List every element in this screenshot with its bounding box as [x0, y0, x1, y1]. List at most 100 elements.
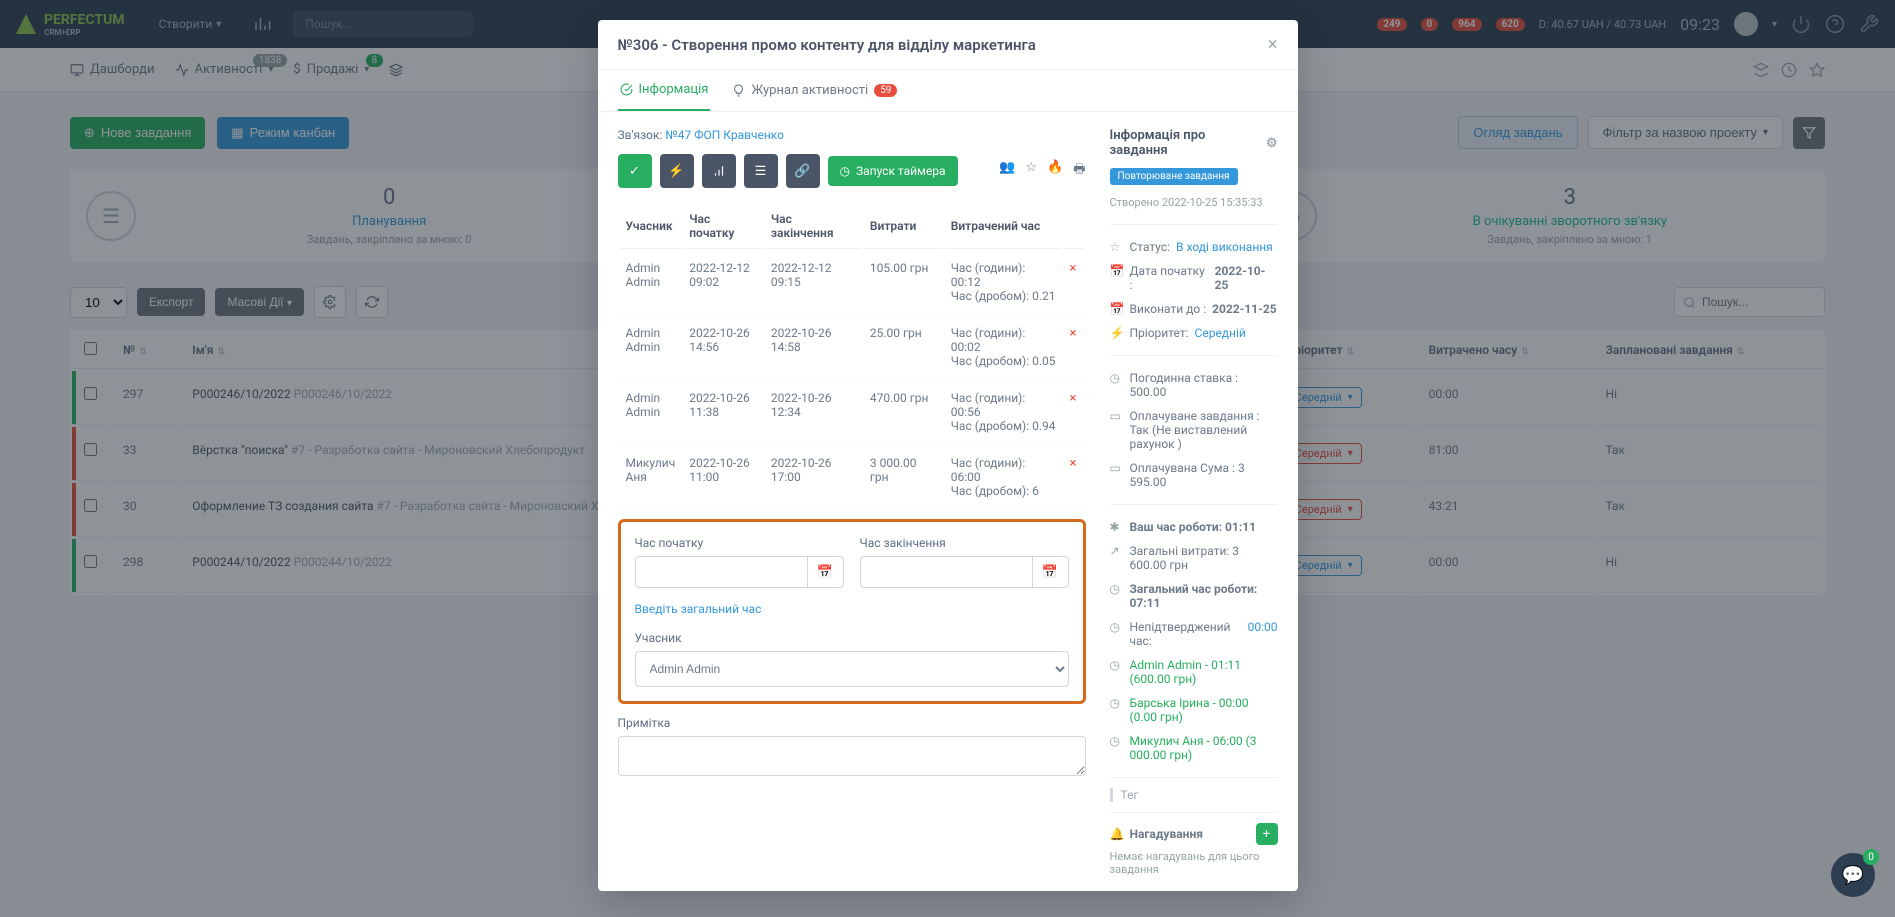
calendar-icon: 📅	[1110, 264, 1124, 278]
modal-title: №306 - Створення промо контенту для відд…	[618, 36, 1036, 54]
star-icon: ☆	[1110, 240, 1124, 254]
gear-icon[interactable]: ⚙	[1266, 136, 1278, 151]
start-time-label: Час початку	[635, 536, 844, 550]
total-cost: Загальні витрати: 3 600.00 грн	[1130, 544, 1278, 572]
link-button[interactable]: 🔗	[786, 154, 820, 188]
reminders-title: Нагадування	[1130, 827, 1203, 841]
time-entries-table: Учасник Час початку Час закінчення Витра…	[618, 202, 1086, 511]
clock-icon: ◷	[1110, 734, 1124, 748]
total-time: Загальний час роботи: 07:11	[1130, 582, 1278, 610]
time-row: AdminAdmin 2022-10-2614:56 2022-10-2614:…	[620, 316, 1084, 379]
tab-activity-log[interactable]: Журнал активності 59	[730, 70, 899, 111]
fire-icon[interactable]: 🔥	[1047, 160, 1063, 182]
hourly-rate: Погодинна ставка : 500.00	[1130, 371, 1278, 399]
time-cost: 470.00 грн	[864, 381, 943, 444]
time-user: AdminAdmin	[620, 251, 682, 314]
bar-chart-icon	[712, 164, 726, 178]
due-date: 2022-11-25	[1212, 302, 1277, 316]
card-icon: ▭	[1110, 409, 1124, 423]
enter-total-time-link[interactable]: Введіть загальний час	[635, 602, 762, 616]
time-row: AdminAdmin 2022-12-1209:02 2022-12-1209:…	[620, 251, 1084, 314]
time-user: AdminAdmin	[620, 316, 682, 379]
delete-entry-icon[interactable]: ×	[1070, 456, 1077, 471]
time-start: 2022-10-2611:38	[683, 381, 763, 444]
start-timer-button[interactable]: ◷ Запуск таймера	[828, 156, 958, 186]
time-cost: 105.00 грн	[864, 251, 943, 314]
chart-button[interactable]	[702, 154, 736, 188]
participant-label: Учасник	[635, 631, 1069, 645]
calendar-icon: 📅	[1110, 302, 1124, 316]
clock-icon: ◷	[1110, 696, 1124, 710]
delete-entry-icon[interactable]: ×	[1070, 326, 1077, 341]
delete-entry-icon[interactable]: ×	[1070, 391, 1077, 406]
time-spent: Час (години): 00:02 Час (дробом): 0.05	[945, 316, 1062, 379]
time-end: 2022-12-1209:15	[765, 251, 862, 314]
start-time-input[interactable]	[635, 556, 808, 588]
relation-link[interactable]: №47 ФОП Кравченко	[665, 128, 784, 142]
relation-label: Зв'язок:	[618, 128, 663, 142]
time-row: AdminAdmin 2022-10-2611:38 2022-10-2612:…	[620, 381, 1084, 444]
chat-fab[interactable]: 💬 0	[1831, 853, 1875, 897]
time-spent: Час (години): 00:56 Час (дробом): 0.94	[945, 381, 1062, 444]
tab-info[interactable]: Інформація	[618, 70, 711, 111]
clock-icon: ◷	[1110, 658, 1124, 672]
end-time-label: Час закінчення	[860, 536, 1069, 550]
priority-link[interactable]: Середній	[1195, 326, 1246, 340]
bell-icon: 🔔	[1110, 827, 1124, 841]
asterisk-icon: ✱	[1110, 520, 1124, 534]
calendar-icon[interactable]: 📅	[808, 556, 844, 588]
worker-line[interactable]: ◷Admin Admin - 01:11 (600.00 грн)	[1110, 653, 1278, 691]
complete-button[interactable]: ✓	[618, 154, 652, 188]
th-participant: Учасник	[620, 204, 682, 249]
clock-icon: ◷	[1110, 582, 1124, 596]
participant-select[interactable]: Admin Admin	[635, 651, 1069, 687]
note-label: Примітка	[618, 716, 1086, 730]
th-end: Час закінчення	[765, 204, 862, 249]
star-icon[interactable]: ☆	[1025, 160, 1037, 182]
trend-icon: ↗	[1110, 544, 1124, 558]
clock-icon: ◷	[1110, 620, 1124, 634]
th-spent: Витрачений час	[945, 204, 1062, 249]
time-start: 2022-10-2611:00	[683, 446, 763, 509]
calendar-icon[interactable]: 📅	[1033, 556, 1069, 588]
time-spent: Час (години): 06:00 Час (дробом): 6	[945, 446, 1062, 509]
bolt-button[interactable]: ⚡	[660, 154, 694, 188]
bolt-icon: ⚡	[1110, 326, 1124, 340]
billable: Оплачуване завдання : Так (Не виставлени…	[1130, 409, 1278, 451]
time-user: МикуличАня	[620, 446, 682, 509]
card-icon: ▭	[1110, 461, 1124, 475]
time-cost: 3 000.00 грн	[864, 446, 943, 509]
status-link[interactable]: В ході виконання	[1176, 240, 1273, 254]
time-start: 2022-10-2614:56	[683, 316, 763, 379]
worker-line[interactable]: ◷Барська Ірина - 00:00 (0.00 грн)	[1110, 691, 1278, 729]
th-start: Час початку	[683, 204, 763, 249]
note-textarea[interactable]	[618, 736, 1086, 776]
time-start: 2022-12-1209:02	[683, 251, 763, 314]
print-icon[interactable]: 🖶	[1073, 160, 1085, 182]
close-icon[interactable]: ×	[1268, 34, 1278, 55]
time-row: МикуличАня 2022-10-2611:00 2022-10-2617:…	[620, 446, 1084, 509]
tag-input[interactable]: Тег	[1110, 788, 1278, 802]
created-date: Створено 2022-10-25 15:35:33	[1110, 191, 1278, 214]
clock-icon: ◷	[840, 164, 850, 178]
list-button[interactable]: ☰	[744, 154, 778, 188]
fab-badge: 0	[1863, 849, 1879, 865]
th-cost: Витрати	[864, 204, 943, 249]
unconfirmed-link[interactable]: 00:00	[1248, 620, 1278, 634]
time-end: 2022-10-2612:34	[765, 381, 862, 444]
add-reminder-button[interactable]: +	[1256, 823, 1278, 845]
worker-line[interactable]: ◷Микулич Аня - 06:00 (3 000.00 грн)	[1110, 729, 1278, 767]
task-modal: №306 - Створення промо контенту для відд…	[598, 20, 1298, 891]
reminders-empty: Немає нагадувань для цього завдання	[1110, 845, 1278, 881]
time-spent: Час (години): 00:12 Час (дробом): 0.21	[945, 251, 1062, 314]
recurring-badge: Повторюване завдання	[1110, 168, 1238, 185]
check-circle-icon	[620, 83, 633, 96]
end-time-input[interactable]	[860, 556, 1033, 588]
log-count-badge: 59	[874, 84, 897, 97]
info-panel-title: Інформація про завдання	[1110, 128, 1266, 158]
your-time: Ваш час роботи: 01:11	[1130, 520, 1256, 534]
paid-amount: Оплачувана Сума : 3 595.00	[1130, 461, 1278, 489]
users-icon[interactable]: 👥	[999, 160, 1015, 182]
time-user: AdminAdmin	[620, 381, 682, 444]
delete-entry-icon[interactable]: ×	[1070, 261, 1077, 276]
